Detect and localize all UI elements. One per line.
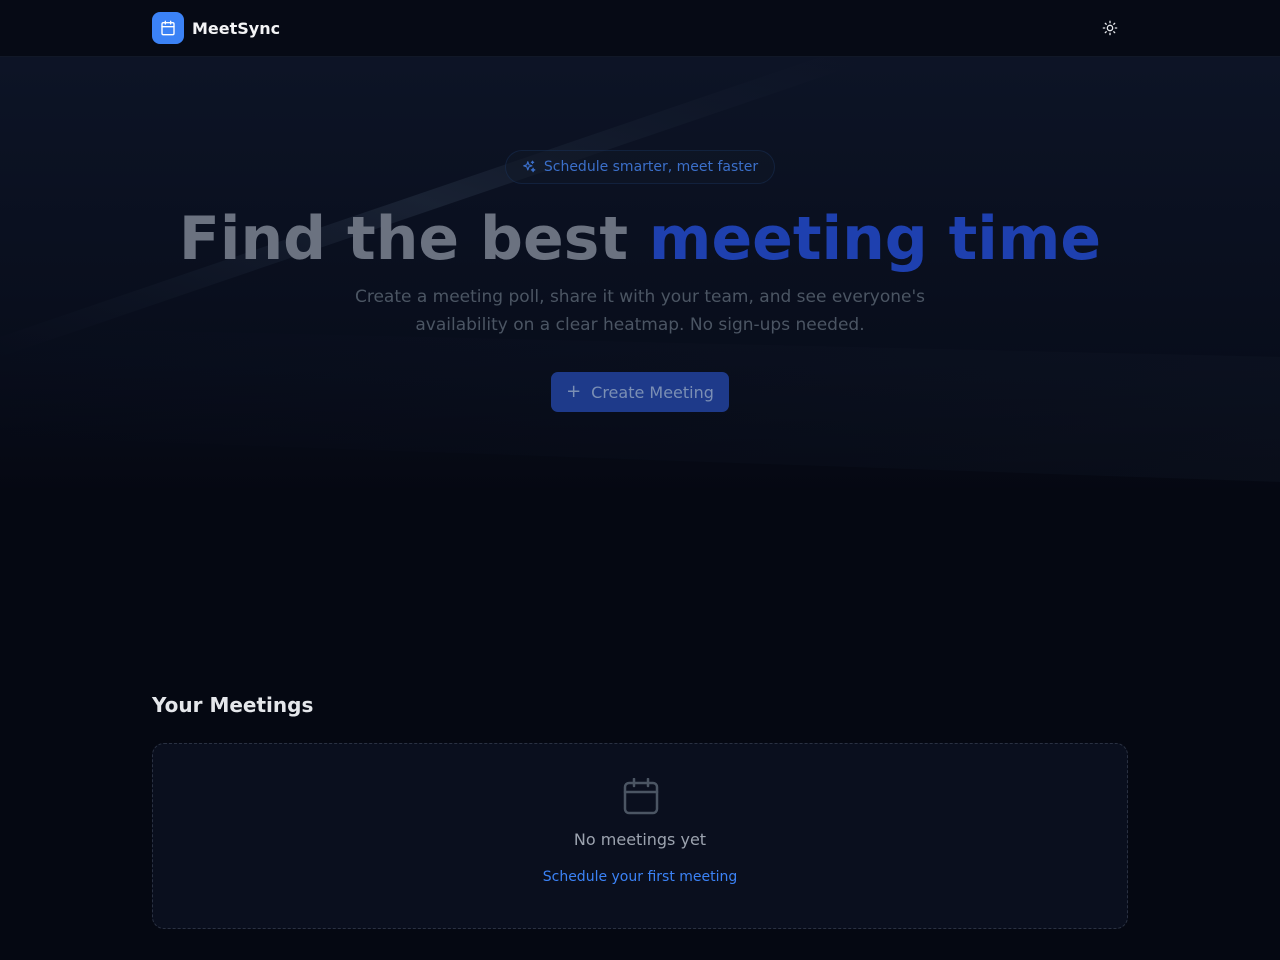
hero-title-plain: Find the best: [178, 204, 649, 274]
hero-subtitle: Create a meeting poll, share it with you…: [354, 287, 926, 335]
hero-title-highlight: meeting time: [648, 204, 1102, 274]
top-nav: MeetSync: [0, 0, 1280, 57]
hero-section: Schedule smarter, meet faster Find the b…: [0, 57, 1280, 497]
plus-icon: +: [566, 381, 582, 402]
empty-state-link-row: Schedule your first meeting: [153, 869, 1127, 885]
tagline-badge: Schedule smarter, meet faster: [505, 150, 775, 184]
sparkles-icon: [523, 160, 536, 173]
schedule-first-meeting-link[interactable]: Schedule your first meeting: [543, 869, 738, 885]
meetings-empty-state: No meetings yet Schedule your first meet…: [152, 743, 1128, 929]
app-name: MeetSync: [192, 18, 281, 38]
hero-content: Schedule smarter, meet faster Find the b…: [0, 57, 1280, 497]
tagline-text: Schedule smarter, meet faster: [543, 159, 759, 175]
meetings-section-title: Your Meetings: [152, 693, 314, 717]
theme-toggle-button[interactable]: [1094, 12, 1126, 44]
empty-state-text: No meetings yet: [573, 830, 707, 849]
create-meeting-label: Create Meeting: [591, 382, 714, 402]
calendar-icon: [623, 778, 659, 815]
hero-title: Find the best meeting time: [0, 203, 1280, 275]
brand[interactable]: MeetSync: [152, 12, 280, 44]
page: MeetSync Schedule smarter, meet faster F…: [0, 0, 1280, 960]
create-meeting-button[interactable]: + Create Meeting: [551, 372, 729, 412]
sun-icon: [1102, 20, 1118, 36]
calendar-icon: [161, 20, 175, 36]
logo: [152, 12, 184, 44]
